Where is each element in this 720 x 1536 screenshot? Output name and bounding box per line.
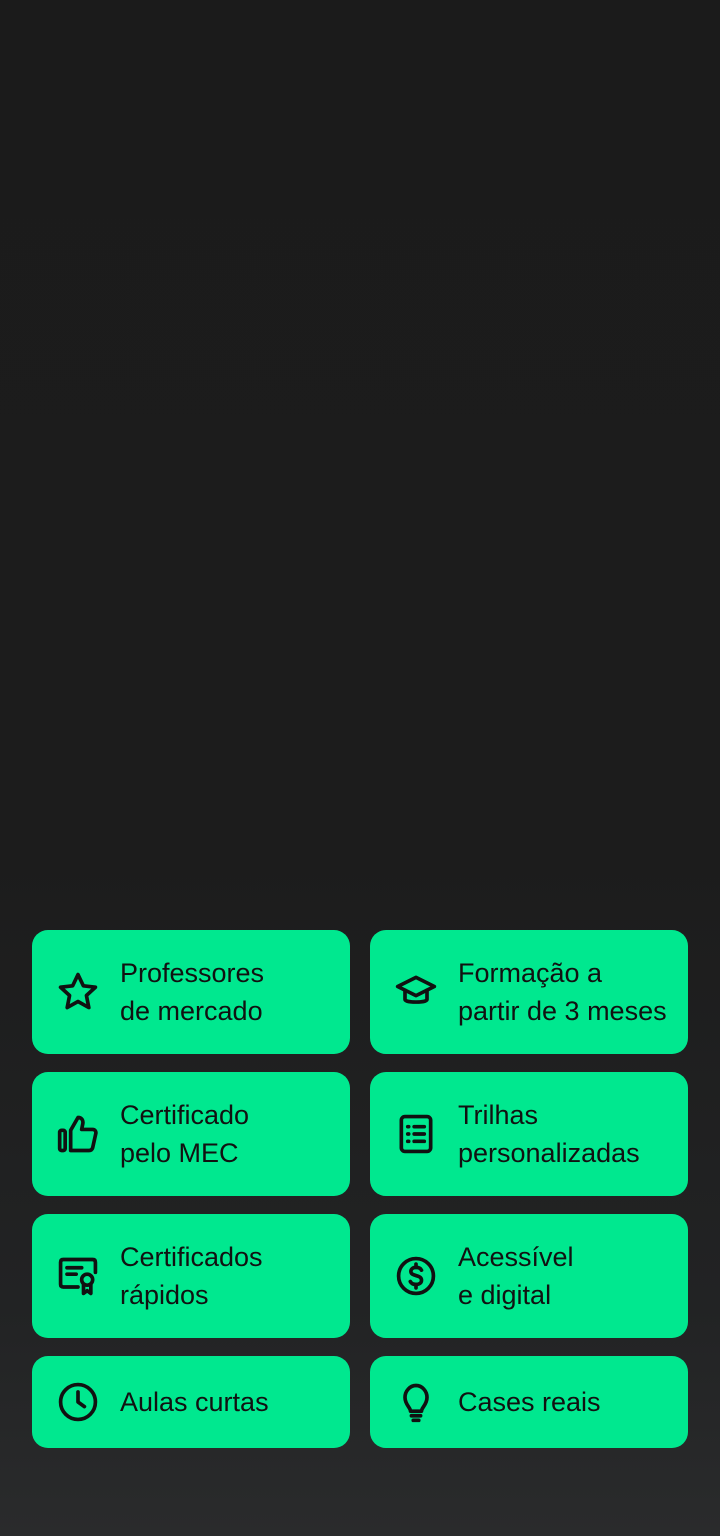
- feature-label: Trilhas personalizadas: [458, 1100, 640, 1168]
- clock-icon: [54, 1378, 102, 1426]
- feature-card-acessivel: Acessível e digital: [370, 1214, 688, 1338]
- feature-card-certificado-mec: Certificado pelo MEC: [32, 1072, 350, 1196]
- features-grid: Professores de mercado Formação a partir…: [32, 930, 688, 1448]
- feature-label: Professores de mercado: [120, 958, 265, 1026]
- lightbulb-icon: [392, 1378, 440, 1426]
- feature-label: Cases reais: [458, 1387, 601, 1417]
- feature-label: Certificado pelo MEC: [120, 1100, 250, 1168]
- hero-area: [0, 0, 720, 900]
- star-icon: [54, 968, 102, 1016]
- dollar-circle-icon: [392, 1252, 440, 1300]
- certificate-icon: [54, 1252, 102, 1300]
- thumbs-up-icon: [54, 1110, 102, 1158]
- feature-label: Aulas curtas: [120, 1387, 269, 1417]
- feature-label: Certificados rápidos: [120, 1242, 263, 1310]
- feature-label: Formação a partir de 3 meses: [458, 958, 667, 1026]
- feature-card-professores: Professores de mercado: [32, 930, 350, 1054]
- graduation-cap-icon: [392, 968, 440, 1016]
- feature-card-trilhas: Trilhas personalizadas: [370, 1072, 688, 1196]
- feature-label: Acessível e digital: [458, 1242, 574, 1310]
- list-icon: [392, 1110, 440, 1158]
- feature-card-aulas-curtas: Aulas curtas: [32, 1356, 350, 1448]
- feature-card-certificados-rapidos: Certificados rápidos: [32, 1214, 350, 1338]
- feature-card-cases-reais: Cases reais: [370, 1356, 688, 1448]
- feature-card-formacao: Formação a partir de 3 meses: [370, 930, 688, 1054]
